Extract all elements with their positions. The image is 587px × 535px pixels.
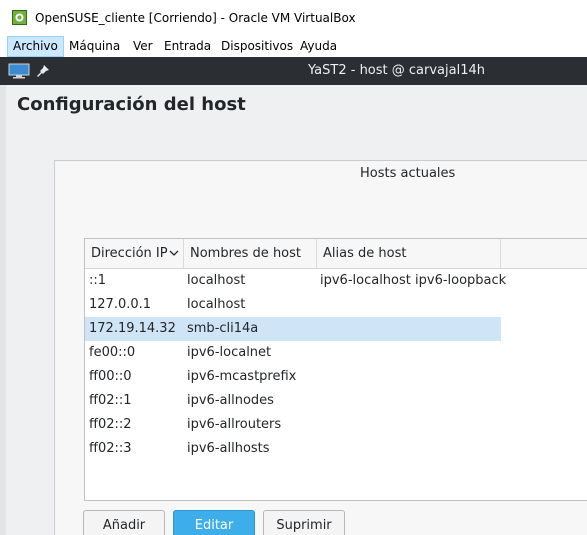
window-title: OpenSUSE_cliente [Corriendo] - Oracle VM… xyxy=(35,11,356,25)
chevron-down-icon xyxy=(169,250,179,256)
delete-button[interactable]: Suprimir xyxy=(263,510,345,535)
cell-host: ipv6-mcastprefix xyxy=(187,369,297,384)
cell-ip: ::1 xyxy=(89,273,107,288)
cell-host: smb-cli14a xyxy=(187,321,259,336)
hosts-table[interactable]: Dirección IP Nombres de host Alias de ho… xyxy=(84,238,587,501)
cell-ip: ff02::2 xyxy=(89,417,132,432)
yast-window: Configuración del host Hosts actuales Di… xyxy=(0,85,587,535)
table-header: Dirección IP Nombres de host Alias de ho… xyxy=(85,239,587,269)
table-row[interactable]: fe00::0 ipv6-localnet xyxy=(85,341,587,365)
column-label-hostnames: Nombres de host xyxy=(190,246,302,261)
cell-ip: 127.0.0.1 xyxy=(89,297,152,312)
table-row[interactable]: ff00::0 ipv6-mcastprefix xyxy=(85,365,587,389)
page-title: Configuración del host xyxy=(17,94,246,115)
cell-ip: fe00::0 xyxy=(89,345,136,360)
add-button[interactable]: Añadir xyxy=(83,510,165,535)
virtualbox-app-icon xyxy=(12,10,27,25)
column-label-ip: Dirección IP xyxy=(91,246,168,261)
cell-host: localhost xyxy=(187,297,246,312)
cell-host: ipv6-allnodes xyxy=(187,393,274,408)
table-row[interactable]: ff02::1 ipv6-allnodes xyxy=(85,389,587,413)
edit-button[interactable]: Editar xyxy=(173,510,255,535)
cell-host: ipv6-localnet xyxy=(187,345,272,360)
cell-host: ipv6-allhosts xyxy=(187,441,270,456)
cell-ip: ff02::1 xyxy=(89,393,132,408)
table-row[interactable]: ::1 localhost ipv6-localhost ipv6-loopba… xyxy=(85,269,587,293)
column-header-ip[interactable]: Dirección IP xyxy=(85,239,184,268)
menu-archivo[interactable]: Archivo xyxy=(7,36,64,57)
table-row-selected[interactable]: 172.19.14.32 smb-cli14a xyxy=(85,317,587,341)
cell-ip: ff00::0 xyxy=(89,369,132,384)
menu-maquina[interactable]: Máquina xyxy=(64,36,125,57)
cell-ip: ff02::3 xyxy=(89,441,132,456)
column-header-hostnames[interactable]: Nombres de host xyxy=(184,239,317,268)
guest-screen: YaST2 - host @ carvajal14h Configuración… xyxy=(0,57,587,535)
cell-ip: 172.19.14.32 xyxy=(89,321,176,336)
table-row[interactable]: ff02::3 ipv6-allhosts xyxy=(85,437,587,461)
column-header-alias[interactable]: Alias de host xyxy=(317,239,501,268)
section-title: Hosts actuales xyxy=(360,166,456,181)
column-label-alias: Alias de host xyxy=(323,246,407,261)
menu-ver[interactable]: Ver xyxy=(128,36,158,57)
table-row[interactable]: ff02::2 ipv6-allrouters xyxy=(85,413,587,437)
table-row[interactable]: 127.0.0.1 localhost xyxy=(85,293,587,317)
window-left-edge xyxy=(0,85,6,535)
cell-alias: ipv6-localhost ipv6-loopback xyxy=(320,273,507,288)
menu-ayuda[interactable]: Ayuda xyxy=(295,36,342,57)
menu-bar: Archivo Máquina Ver Entrada Dispositivos… xyxy=(0,36,587,57)
guest-window-titlebar: YaST2 - host @ carvajal14h xyxy=(0,57,587,85)
cell-host: ipv6-allrouters xyxy=(187,417,282,432)
menu-entrada[interactable]: Entrada xyxy=(159,36,216,57)
yast-window-title: YaST2 - host @ carvajal14h xyxy=(308,63,485,78)
menu-dispositivos[interactable]: Dispositivos xyxy=(216,36,298,57)
vbox-title-bar: OpenSUSE_cliente [Corriendo] - Oracle VM… xyxy=(0,0,587,36)
cell-host: localhost xyxy=(187,273,246,288)
